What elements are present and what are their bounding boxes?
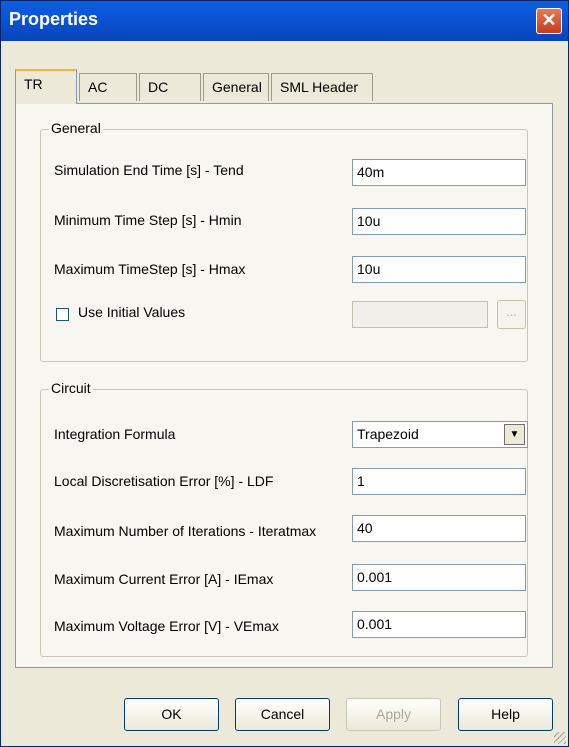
- properties-dialog: Properties ✕ TR AC DC General SML Header…: [0, 0, 569, 747]
- title-bar[interactable]: Properties ✕: [1, 1, 568, 41]
- iemax-label: Maximum Current Error [A] - IEmax: [54, 571, 274, 587]
- iemax-input[interactable]: 0.001: [352, 564, 526, 591]
- tab-ac-label: AC: [88, 79, 108, 95]
- chevron-down-icon[interactable]: ▼: [504, 424, 525, 445]
- vemax-input[interactable]: 0.001: [352, 611, 526, 638]
- end-time-label: Simulation End Time [s] - Tend: [54, 162, 244, 178]
- close-icon: ✕: [541, 10, 557, 30]
- ok-button[interactable]: OK: [124, 698, 219, 731]
- cancel-button[interactable]: Cancel: [235, 698, 330, 731]
- ldf-label: Local Discretisation Error [%] - LDF: [54, 473, 274, 489]
- max-step-label: Maximum TimeStep [s] - Hmax: [54, 261, 246, 277]
- apply-button[interactable]: Apply: [346, 698, 441, 731]
- window-title: Properties: [9, 9, 99, 29]
- iteratmax-input[interactable]: 40: [352, 515, 526, 542]
- iteratmax-label: Maximum Number of Iterations - Iteratmax: [54, 523, 317, 539]
- help-button[interactable]: Help: [458, 698, 553, 731]
- tab-panel-tr: General Simulation End Time [s] - Tend 4…: [15, 103, 553, 668]
- tab-dc[interactable]: DC: [139, 73, 201, 101]
- tab-general[interactable]: General: [203, 73, 269, 101]
- general-group-legend: General: [49, 120, 103, 136]
- close-button[interactable]: ✕: [536, 8, 562, 34]
- tab-sml-header[interactable]: SML Header: [271, 73, 373, 101]
- tab-ac[interactable]: AC: [79, 73, 137, 101]
- circuit-group-legend: Circuit: [49, 380, 93, 396]
- tab-general-label: General: [212, 79, 262, 95]
- ldf-input[interactable]: 1: [352, 468, 526, 495]
- tab-sml-header-label: SML Header: [280, 79, 359, 95]
- integration-formula-select[interactable]: Trapezoid ▼: [352, 421, 528, 448]
- min-step-label: Minimum Time Step [s] - Hmin: [54, 212, 242, 228]
- browse-button[interactable]: ...: [497, 300, 526, 329]
- end-time-input[interactable]: 40m: [352, 159, 526, 186]
- vemax-label: Maximum Voltage Error [V] - VEmax: [54, 618, 279, 634]
- integration-formula-label: Integration Formula: [54, 426, 176, 442]
- tab-dc-label: DC: [148, 79, 169, 95]
- integration-formula-value: Trapezoid: [357, 426, 419, 442]
- initial-values-input[interactable]: [352, 301, 488, 328]
- tab-tr[interactable]: TR: [15, 69, 77, 104]
- min-step-input[interactable]: 10u: [352, 208, 526, 235]
- use-initial-values-checkbox[interactable]: [56, 308, 69, 321]
- resize-grip-icon[interactable]: [554, 732, 566, 744]
- use-initial-values-label: Use Initial Values: [78, 304, 186, 320]
- tab-tr-label: TR: [24, 76, 43, 92]
- max-step-input[interactable]: 10u: [352, 256, 526, 283]
